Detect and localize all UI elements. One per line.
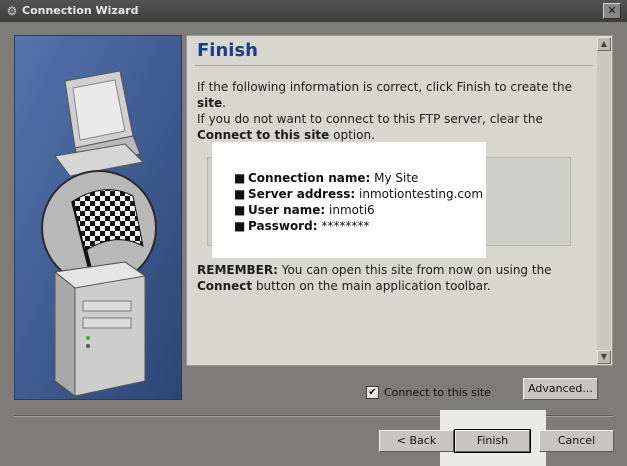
intro-2-end: option. xyxy=(329,128,375,142)
title-bar: ⚙ Connection Wizard ✕ xyxy=(0,0,627,22)
remember-text-1: You can open this site from now on using… xyxy=(277,263,552,277)
page-title: Finish xyxy=(197,40,258,61)
summary-label: User name: xyxy=(248,203,326,217)
cancel-button[interactable]: Cancel xyxy=(539,430,614,452)
close-button[interactable]: ✕ xyxy=(603,3,621,19)
summary-value: inmotiontesting.com xyxy=(359,187,484,201)
finish-button[interactable]: Finish xyxy=(454,429,531,453)
connect-to-site-checkbox[interactable]: ✔ xyxy=(366,386,379,399)
summary-connection-name: ■ Connection name: My Site xyxy=(234,170,483,186)
remember-note: REMEMBER: You can open this site from no… xyxy=(197,262,592,294)
intro-2-text: If you do not want to connect to this FT… xyxy=(197,112,543,126)
connection-wizard-window: ⚙ Connection Wizard ✕ Finish If the foll… xyxy=(0,0,627,466)
bullet-icon: ■ xyxy=(234,219,246,233)
intro-1-end: . xyxy=(222,96,226,110)
summary-user-name: ■ User name: inmoti6 xyxy=(234,202,483,218)
summary-label: Password: xyxy=(248,219,318,233)
connect-to-site-label[interactable]: Connect to this site xyxy=(384,386,491,399)
summary-label: Connection name: xyxy=(248,171,371,185)
intro-1-text: If the following information is correct,… xyxy=(197,80,573,94)
summary-value: ******** xyxy=(321,219,370,233)
intro-1-bold: site xyxy=(197,96,223,110)
back-button[interactable]: < Back xyxy=(379,430,454,452)
wizard-illustration-panel xyxy=(14,35,182,400)
scroll-down-button[interactable]: ▼ xyxy=(597,350,611,364)
scroll-up-button[interactable]: ▲ xyxy=(597,37,611,51)
summary-list: ■ Connection name: My Site ■ Server addr… xyxy=(234,170,483,234)
intro-paragraph-1: If the following information is correct,… xyxy=(197,79,592,111)
bullet-icon: ■ xyxy=(234,187,246,201)
intro-paragraph-2: If you do not want to connect to this FT… xyxy=(197,111,592,143)
summary-server-address: ■ Server address: inmotiontesting.com xyxy=(234,186,483,202)
summary-value: inmoti6 xyxy=(329,203,375,217)
heading-divider xyxy=(195,65,593,66)
remember-label: REMEMBER: xyxy=(197,263,278,277)
checkmark-icon: ✔ xyxy=(368,387,377,398)
summary-label: Server address: xyxy=(248,187,356,201)
advanced-button[interactable]: Advanced... xyxy=(523,378,598,400)
window-title: Connection Wizard xyxy=(22,4,139,17)
wizard-content-panel: Finish If the following information is c… xyxy=(186,35,613,366)
computers-checkered-flag-icon xyxy=(15,36,181,399)
remember-text-2: button on the main application toolbar. xyxy=(252,279,491,293)
intro-2-bold: Connect to this site xyxy=(197,128,330,142)
bullet-icon: ■ xyxy=(234,203,246,217)
summary-value: My Site xyxy=(374,171,419,185)
vertical-scrollbar[interactable]: ▲ ▼ xyxy=(597,37,611,364)
bullet-icon: ■ xyxy=(234,171,246,185)
ftp-wizard-icon: ⚙ xyxy=(6,4,18,18)
close-icon: ✕ xyxy=(607,4,617,17)
remember-connect-word: Connect xyxy=(197,279,253,293)
summary-password: ■ Password: ******** xyxy=(234,218,483,234)
